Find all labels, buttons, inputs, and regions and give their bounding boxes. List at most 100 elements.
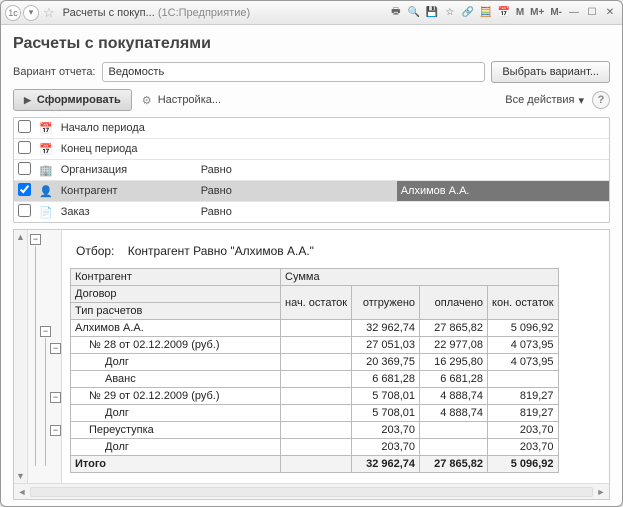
cell-closing: 5 096,92: [488, 456, 559, 473]
maximize-button[interactable]: ☐: [584, 5, 600, 21]
filter-op: [197, 139, 397, 160]
titlebar: 1c ▾ ☆ Расчеты с покуп... (1С:Предприяти…: [1, 1, 622, 25]
order-icon: 📄: [35, 202, 57, 223]
filter-checkbox[interactable]: [18, 162, 31, 175]
m-minus-button[interactable]: M-: [548, 5, 564, 21]
cell-paid: 22 977,08: [420, 337, 488, 354]
scroll-up-icon[interactable]: ▲: [16, 230, 25, 244]
page-title: Расчеты с покупателями: [13, 35, 610, 53]
choose-variant-button[interactable]: Выбрать вариант...: [491, 61, 610, 83]
help-button[interactable]: ?: [592, 91, 610, 109]
filter-op: Равно: [197, 160, 397, 181]
cell-paid: 4 888,74: [420, 388, 488, 405]
cell-opening: [281, 405, 352, 422]
cell-closing: 203,70: [488, 422, 559, 439]
scroll-right-icon[interactable]: ►: [593, 487, 609, 497]
filter-row[interactable]: 👤КонтрагентРавноАлхимов А.А.: [14, 181, 609, 202]
filter-value[interactable]: [397, 139, 609, 160]
table-row[interactable]: Аванс6 681,286 681,28: [71, 371, 559, 388]
minimize-button[interactable]: —: [566, 5, 582, 21]
scroll-track[interactable]: [30, 487, 593, 497]
report-table: Контрагент Сумма Договор нач. остаток от…: [70, 268, 559, 473]
app-menu-icon[interactable]: 1c: [5, 5, 21, 21]
filter-value[interactable]: [397, 202, 609, 223]
calendar-icon: 📅: [35, 118, 57, 139]
cell-name: Алхимов А.А.: [71, 320, 281, 337]
m-button[interactable]: M: [514, 5, 526, 21]
cell-shipped: 6 681,28: [352, 371, 420, 388]
table-row[interactable]: Долг20 369,7516 295,804 073,95: [71, 354, 559, 371]
scroll-left-icon[interactable]: ◄: [14, 487, 30, 497]
cell-paid: 27 865,82: [420, 456, 488, 473]
m-plus-button[interactable]: M+: [528, 5, 546, 21]
filter-checkbox[interactable]: [18, 141, 31, 154]
outline-toggle[interactable]: −: [50, 392, 61, 403]
filter-name: Контрагент: [57, 181, 197, 202]
outline-toggle[interactable]: −: [30, 234, 41, 245]
table-row[interactable]: Переуступка203,70203,70: [71, 422, 559, 439]
cell-name: № 28 от 02.12.2009 (руб.): [71, 337, 281, 354]
run-button[interactable]: Сформировать: [13, 89, 132, 111]
left-scrollbar[interactable]: ▲ ▼: [14, 230, 28, 483]
col-type: Тип расчетов: [71, 303, 281, 320]
filter-value[interactable]: [397, 160, 609, 181]
dropdown-icon[interactable]: ▾: [23, 5, 39, 21]
filter-value[interactable]: [397, 118, 609, 139]
cell-paid: 27 865,82: [420, 320, 488, 337]
filter-row[interactable]: 📅Начало периода: [14, 118, 609, 139]
cell-opening: [281, 439, 352, 456]
cell-name: № 29 от 02.12.2009 (руб.): [71, 388, 281, 405]
filter-row[interactable]: 📅Конец периода: [14, 139, 609, 160]
favorite-star-icon[interactable]: ☆: [41, 5, 57, 21]
cell-shipped: 27 051,03: [352, 337, 420, 354]
save-icon[interactable]: 💾: [424, 5, 440, 21]
table-row[interactable]: № 28 от 02.12.2009 (руб.) 27 051,0322 977…: [71, 337, 559, 354]
print-icon[interactable]: 🖶: [388, 5, 404, 21]
cell-opening: [281, 456, 352, 473]
cell-opening: [281, 337, 352, 354]
table-row[interactable]: Долг203,70203,70: [71, 439, 559, 456]
filter-name: Конец периода: [57, 139, 197, 160]
link-icon[interactable]: 🔗: [460, 5, 476, 21]
outline-column: − − − − −: [28, 230, 62, 483]
filter-checkbox[interactable]: [18, 204, 31, 217]
filter-op: Равно: [197, 202, 397, 223]
person-icon: 👤: [35, 181, 57, 202]
filter-row[interactable]: 🏢ОрганизацияРавно: [14, 160, 609, 181]
cell-opening: [281, 371, 352, 388]
filter-checkbox[interactable]: [18, 183, 31, 196]
report-filter-value: Контрагент Равно "Алхимов А.А.": [128, 244, 314, 258]
table-row[interactable]: Алхимов А.А.32 962,7427 865,825 096,92: [71, 320, 559, 337]
filter-op: [197, 118, 397, 139]
outline-toggle[interactable]: −: [40, 326, 51, 337]
cell-closing: [488, 371, 559, 388]
cell-closing: 819,27: [488, 388, 559, 405]
bottom-scrollbar[interactable]: ◄ ►: [14, 483, 609, 499]
table-row[interactable]: № 29 от 02.12.2009 (руб.)5 708,014 888,7…: [71, 388, 559, 405]
calc-icon[interactable]: 🧮: [478, 5, 494, 21]
settings-link[interactable]: ⚙ Настройка...: [140, 93, 221, 107]
org-icon: 🏢: [35, 160, 57, 181]
variant-input[interactable]: [102, 62, 486, 82]
col-counterparty: Контрагент: [71, 269, 281, 286]
outline-toggle[interactable]: −: [50, 425, 61, 436]
table-total-row: Итого32 962,7427 865,825 096,92: [71, 456, 559, 473]
window-app-suffix: (1С:Предприятие): [158, 7, 250, 19]
filter-checkbox[interactable]: [18, 120, 31, 133]
filter-name: Заказ: [57, 202, 197, 223]
calendar-icon[interactable]: 📅: [496, 5, 512, 21]
cell-name: Итого: [71, 456, 281, 473]
filter-row[interactable]: 📄ЗаказРавно: [14, 202, 609, 223]
app-window: 1c ▾ ☆ Расчеты с покуп... (1С:Предприяти…: [0, 0, 623, 507]
close-button[interactable]: ✕: [602, 5, 618, 21]
star-icon[interactable]: ☆: [442, 5, 458, 21]
preview-icon[interactable]: 🔍: [406, 5, 422, 21]
outline-toggle[interactable]: −: [50, 343, 61, 354]
scroll-down-icon[interactable]: ▼: [16, 469, 25, 483]
report-area: ▲ ▼ − − − − − Отбор:: [13, 229, 610, 500]
filter-value[interactable]: Алхимов А.А.: [397, 181, 609, 202]
all-actions-menu[interactable]: Все действия ▾: [505, 94, 584, 107]
table-row[interactable]: Долг5 708,014 888,74819,27: [71, 405, 559, 422]
cell-shipped: 5 708,01: [352, 405, 420, 422]
filter-name: Начало периода: [57, 118, 197, 139]
